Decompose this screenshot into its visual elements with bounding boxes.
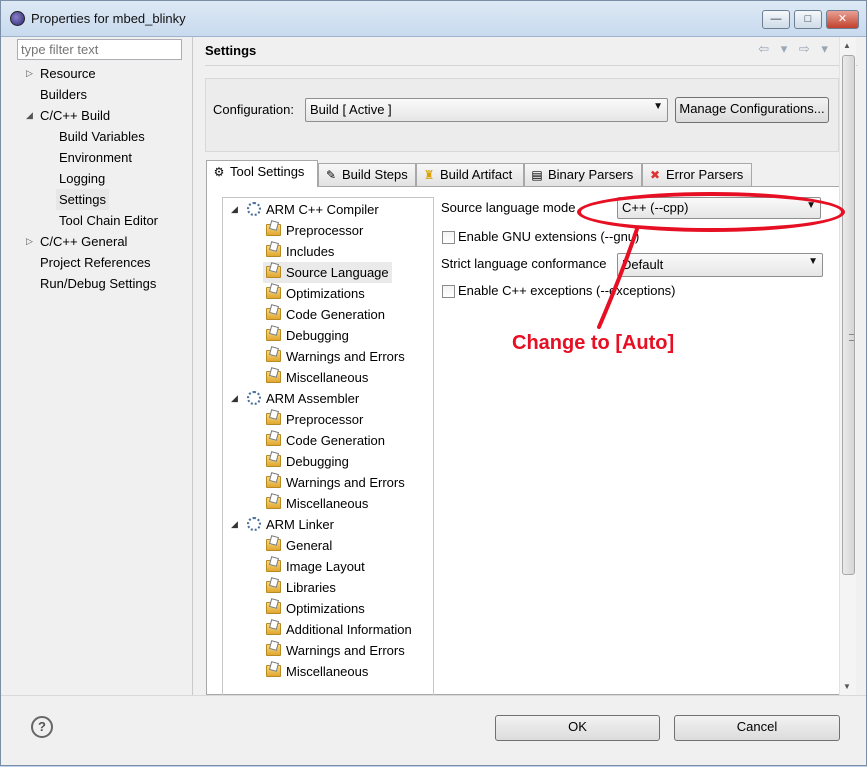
button-bar: ? OK Cancel (1, 695, 866, 765)
ok-button[interactable]: OK (495, 715, 660, 741)
tool-settings-icon: ⚙ (213, 165, 225, 179)
annotation-arrow (597, 227, 639, 329)
annotation-text: Change to [Auto] (512, 332, 675, 354)
tab-label: Tool Settings (230, 164, 305, 179)
help-icon[interactable]: ? (31, 716, 53, 738)
cancel-button[interactable]: Cancel (674, 715, 840, 741)
tab-tool-settings[interactable]: ⚙ Tool Settings (206, 160, 318, 187)
properties-dialog: Properties for mbed_blinky — □ ✕ ▷ Resou… (0, 0, 867, 766)
